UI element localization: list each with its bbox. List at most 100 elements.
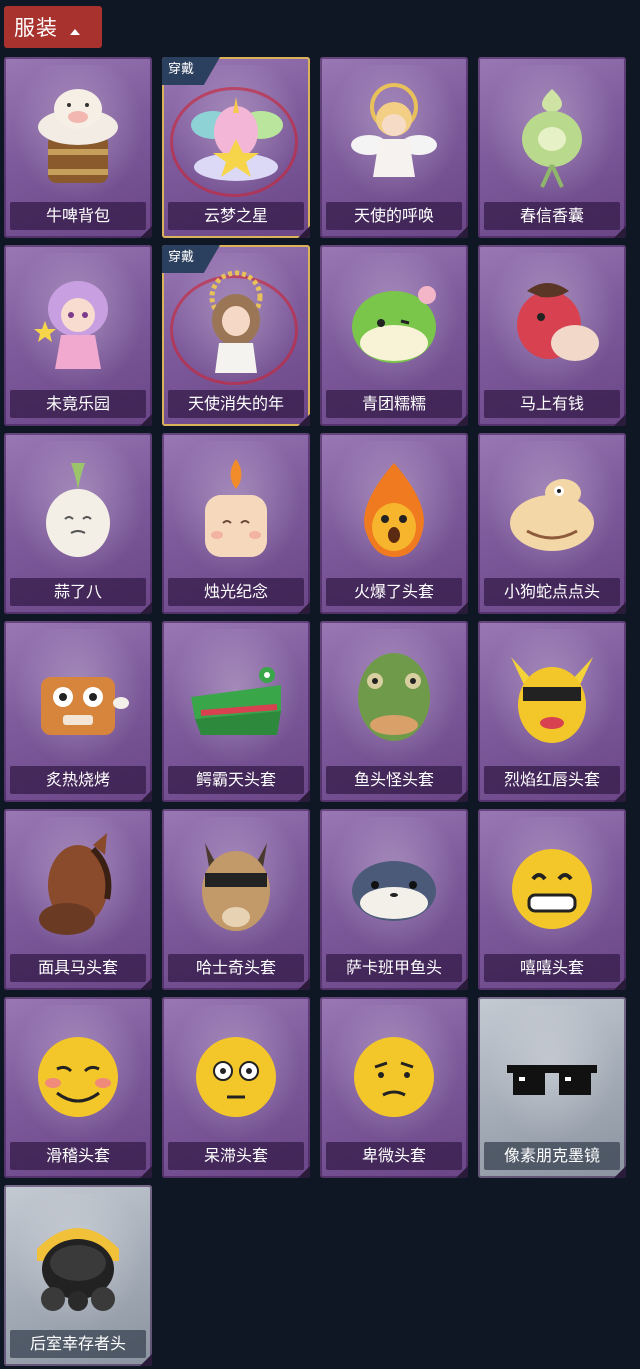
costume-grid: 牛啤背包 穿戴 云梦之星 天使的呼唤 春信香囊未竟乐园 穿戴 天使消失的年 青团糯糯 马上有钱蒜… [4,57,626,1366]
costume-name: 牛啤背包 [10,202,146,230]
costume-name: 烈焰红唇头套 [484,766,620,794]
card-corner-decoration [298,1166,310,1178]
costume-name: 嘻嘻头套 [484,954,620,982]
costume-card[interactable]: 火爆了头套 [320,433,468,614]
card-corner-decoration [298,414,310,426]
card-corner-decoration [140,1354,152,1366]
angel-doll-icon [339,77,449,195]
costume-name: 滑稽头套 [10,1142,146,1170]
costume-name: 天使消失的年 [168,390,304,418]
crocodile-head-icon [181,641,291,759]
card-corner-decoration [140,1166,152,1178]
horse-mask-icon [23,829,133,947]
costume-card[interactable]: 哈士奇头套 [162,809,310,990]
sachet-icon [497,77,607,195]
card-corner-decoration [456,414,468,426]
garlic-icon [23,453,133,571]
costume-name: 鱼头怪头套 [326,766,462,794]
pikachu-mask-icon [497,641,607,759]
costume-card[interactable]: 卑微头套 [320,997,468,1178]
costume-name: 蒜了八 [10,578,146,606]
section-title: 服装 [14,16,58,40]
costume-name: 天使的呼唤 [326,202,462,230]
card-corner-decoration [140,226,152,238]
costume-card[interactable]: 呆滞头套 [162,997,310,1178]
pixel-sunglasses-icon [497,1017,607,1135]
costume-card[interactable]: 烈焰红唇头套 [478,621,626,802]
card-corner-decoration [298,602,310,614]
sacabambaspis-icon [339,829,449,947]
card-corner-decoration [614,226,626,238]
costume-name: 青团糯糯 [326,390,462,418]
card-corner-decoration [614,1166,626,1178]
costume-card[interactable]: 鱼头怪头套 [320,621,468,802]
card-corner-decoration [140,414,152,426]
stunned-emoji-icon [181,1017,291,1135]
horse-head-icon [497,265,607,383]
costume-name: 呆滞头套 [168,1142,304,1170]
costume-page: 服装 牛啤背包 穿戴 云梦之星 天使的呼唤 春信香囊未竟乐园 穿戴 天使消失的年 青团糯糯 马上… [0,0,640,1369]
costume-card[interactable]: 嘻嘻头套 [478,809,626,990]
costume-name: 萨卡班甲鱼头 [326,954,462,982]
unicorn-star-icon [181,77,291,195]
costume-card[interactable]: 面具马头套 [4,809,152,990]
funny-emoji-icon [23,1017,133,1135]
costume-name: 面具马头套 [10,954,146,982]
costume-card[interactable]: 穿戴 天使消失的年 [162,245,310,426]
card-corner-decoration [456,790,468,802]
beer-cow-backpack-icon [23,77,133,195]
costume-card[interactable]: 鳄霸天头套 [162,621,310,802]
gas-mask-helmet-icon [23,1205,133,1323]
costume-name: 烛光纪念 [168,578,304,606]
card-corner-decoration [614,414,626,426]
costume-card[interactable]: 穿戴 云梦之星 [162,57,310,238]
costume-name: 马上有钱 [484,390,620,418]
costume-card[interactable]: 牛啤背包 [4,57,152,238]
costume-card[interactable]: 后室幸存者头 [4,1185,152,1366]
costume-card[interactable]: 像素朋克墨镜 [478,997,626,1178]
grin-emoji-icon [497,829,607,947]
husky-mask-icon [181,829,291,947]
costume-name: 春信香囊 [484,202,620,230]
card-corner-decoration [298,226,310,238]
card-corner-decoration [298,790,310,802]
costume-name: 鳄霸天头套 [168,766,304,794]
green-rice-ball-icon [339,265,449,383]
costume-section-toggle[interactable]: 服装 [4,6,102,48]
chevron-up-icon [68,20,82,35]
costume-name: 火爆了头套 [326,578,462,606]
fire-head-icon [339,453,449,571]
costume-name: 炙热烧烤 [10,766,146,794]
card-corner-decoration [456,978,468,990]
card-corner-decoration [456,226,468,238]
costume-card[interactable]: 天使的呼唤 [320,57,468,238]
card-corner-decoration [614,602,626,614]
card-corner-decoration [614,978,626,990]
costume-card[interactable]: 马上有钱 [478,245,626,426]
costume-card[interactable]: 烛光纪念 [162,433,310,614]
costume-card[interactable]: 蒜了八 [4,433,152,614]
costume-name: 卑微头套 [326,1142,462,1170]
card-corner-decoration [298,978,310,990]
costume-name: 未竟乐园 [10,390,146,418]
card-corner-decoration [456,602,468,614]
fish-head-icon [339,641,449,759]
costume-card[interactable]: 未竟乐园 [4,245,152,426]
costume-card[interactable]: 萨卡班甲鱼头 [320,809,468,990]
fairy-girl-icon [23,265,133,383]
costume-card[interactable]: 青团糯糯 [320,245,468,426]
bbq-meat-icon [23,641,133,759]
costume-name: 云梦之星 [168,202,304,230]
card-corner-decoration [456,1166,468,1178]
card-corner-decoration [614,790,626,802]
costume-name: 后室幸存者头 [10,1330,146,1358]
costume-card[interactable]: 炙热烧烤 [4,621,152,802]
costume-card[interactable]: 春信香囊 [478,57,626,238]
card-corner-decoration [140,790,152,802]
costume-name: 像素朋克墨镜 [484,1142,620,1170]
costume-card[interactable]: 小狗蛇点点头 [478,433,626,614]
costume-card[interactable]: 滑稽头套 [4,997,152,1178]
humble-emoji-icon [339,1017,449,1135]
card-corner-decoration [140,978,152,990]
candle-icon [181,453,291,571]
